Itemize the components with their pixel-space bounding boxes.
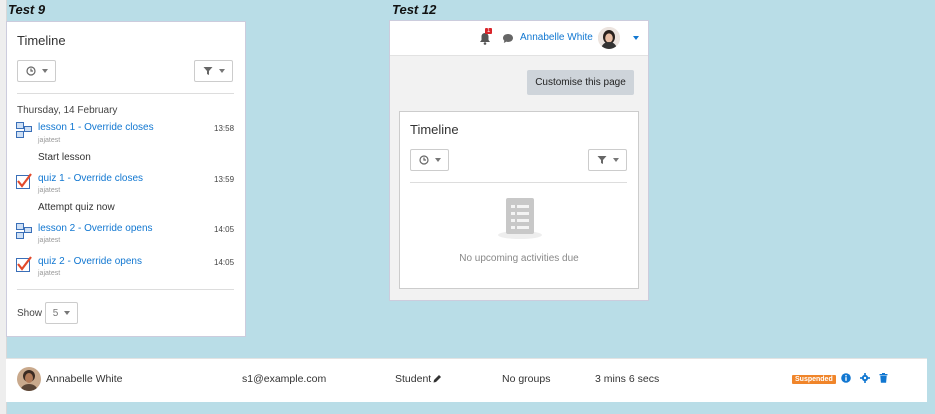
participant-email: s1@example.com — [242, 373, 327, 385]
divider — [17, 93, 234, 94]
filter-dropdown-button[interactable] — [588, 149, 627, 171]
participant-name-link[interactable]: Annabelle White — [46, 373, 122, 385]
event-course: jajatest — [38, 187, 61, 194]
event-time: 14:05 — [214, 225, 235, 234]
gear-icon[interactable] — [860, 373, 870, 383]
participant-last-access: 3 mins 6 secs — [595, 373, 660, 385]
date-heading: Thursday, 14 February — [17, 105, 118, 116]
quiz-icon — [16, 256, 32, 272]
user-photo-icon — [598, 27, 620, 49]
chat-icon[interactable] — [502, 33, 514, 44]
empty-list-icon — [498, 198, 542, 239]
participant-row — [6, 358, 927, 402]
navbar: 1 Annabelle White — [390, 21, 648, 56]
status-badge: Suspended — [792, 375, 836, 384]
chevron-down-icon — [64, 311, 71, 315]
event-action-link[interactable]: Start lesson — [38, 152, 91, 163]
sort-dropdown-button[interactable] — [410, 149, 449, 171]
pencil-icon[interactable] — [433, 374, 442, 383]
divider — [410, 182, 627, 183]
event-time: 13:59 — [214, 175, 235, 184]
clock-icon — [25, 66, 36, 76]
customise-page-button[interactable]: Customise this page — [527, 70, 634, 95]
lesson-icon — [16, 223, 32, 239]
clock-icon — [418, 155, 429, 165]
event-link[interactable]: lesson 1 - Override closes — [38, 122, 154, 133]
avatar[interactable] — [598, 27, 620, 49]
event-time: 14:05 — [214, 258, 235, 267]
event-time: 13:58 — [214, 124, 235, 133]
event-course: jajatest — [38, 270, 61, 277]
info-icon[interactable] — [841, 373, 851, 383]
timeline-card-right: Timeline No upcoming activities due — [399, 111, 639, 289]
chevron-down-icon — [41, 69, 48, 73]
participant-groups: No groups — [502, 373, 551, 385]
event-action-link[interactable]: Attempt quiz now — [38, 202, 115, 213]
event-link[interactable]: quiz 1 - Override closes — [38, 173, 143, 184]
chevron-down-icon — [612, 158, 619, 162]
participant-role: Student — [395, 373, 432, 385]
divider — [17, 289, 234, 290]
empty-state-message: No upcoming activities due — [459, 253, 579, 264]
event-course: jajatest — [38, 137, 61, 144]
sort-dropdown-button[interactable] — [17, 60, 56, 82]
dashboard-panel: 1 Annabelle White Customise this page Ti… — [389, 20, 649, 301]
chevron-down-icon — [218, 69, 225, 73]
chevron-down-icon[interactable] — [633, 36, 639, 40]
event-link[interactable]: lesson 2 - Override opens — [38, 223, 153, 234]
timeline-title: Timeline — [410, 122, 459, 137]
show-count-value: 5 — [52, 307, 59, 319]
timeline-card-left: Timeline Thursday, 14 February lesson 1 … — [6, 21, 246, 337]
show-label: Show — [17, 308, 43, 319]
timeline-title: Timeline — [17, 33, 66, 48]
lesson-icon — [16, 122, 32, 138]
avatar[interactable] — [17, 367, 41, 391]
filter-icon — [203, 67, 212, 75]
test9-label: Test 9 — [8, 2, 46, 17]
show-count-select[interactable]: 5 — [45, 302, 78, 324]
quiz-icon — [16, 173, 32, 189]
user-photo-icon — [17, 367, 41, 391]
chevron-down-icon — [434, 158, 441, 162]
event-course: jajatest — [38, 237, 61, 244]
event-link[interactable]: quiz 2 - Override opens — [38, 256, 142, 267]
notification-badge: 1 — [485, 28, 493, 34]
test12-label: Test 12 — [392, 2, 437, 17]
filter-icon — [597, 156, 606, 164]
trash-icon[interactable] — [879, 373, 888, 383]
filter-dropdown-button[interactable] — [194, 60, 233, 82]
user-menu-name[interactable]: Annabelle White — [520, 32, 593, 43]
